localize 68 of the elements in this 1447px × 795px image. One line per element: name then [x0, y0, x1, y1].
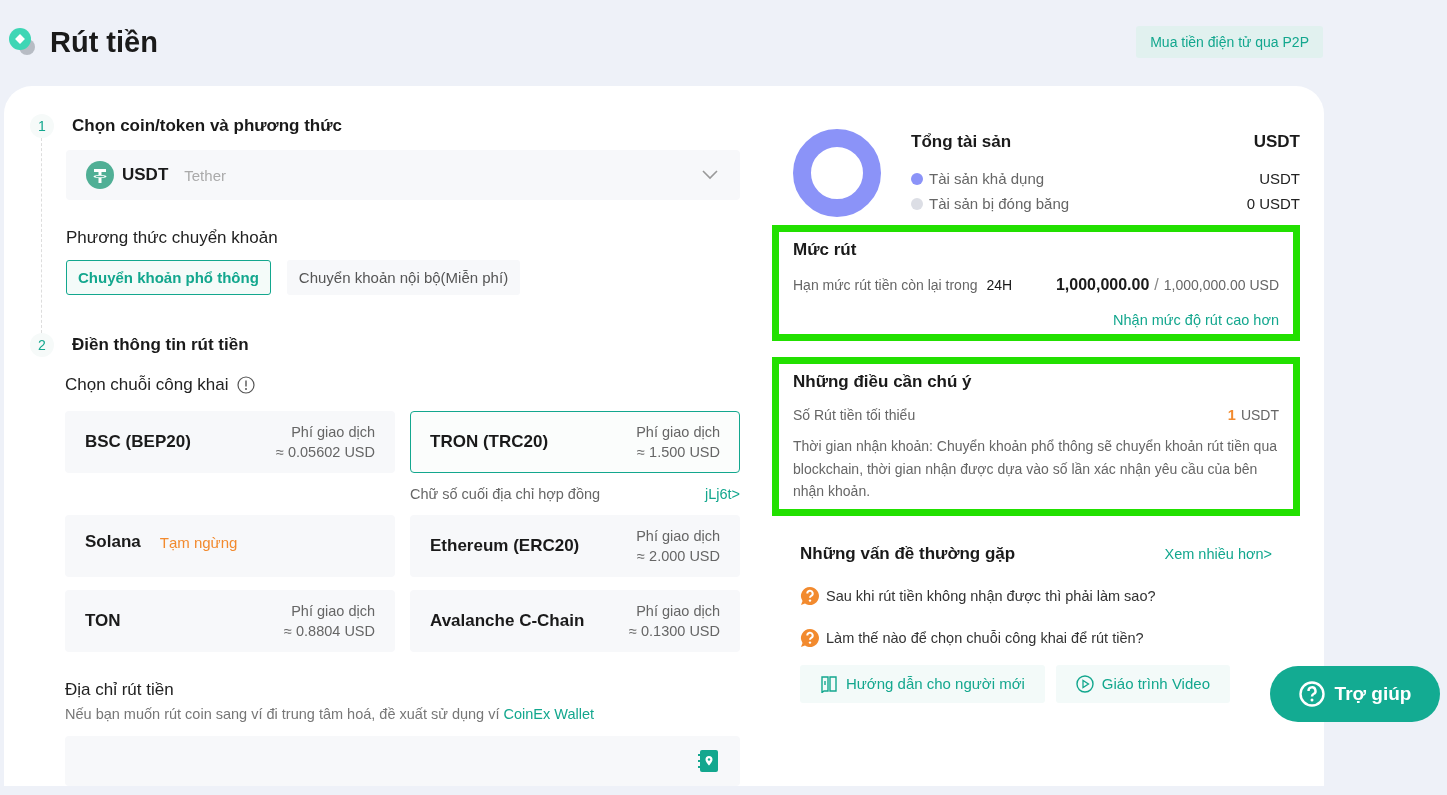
- fee-value: ≈ 0.1300 USD: [629, 622, 720, 641]
- note-text: Thời gian nhận khoản: Chuyển khoản phổ thông sẽ chuyển khoản rút tiền qua blockchain, thời gian nhận được dựa vào số lần xác nhận yêu cầu của bên nhận khoản.: [793, 437, 1278, 501]
- question-icon: [800, 585, 820, 606]
- chain-option[interactable]: BSC (BEP20) Phí giao dịch ≈ 0.05602 USD: [65, 411, 395, 473]
- field-label: Địa chỉ rút tiền: [65, 680, 175, 700]
- field-label: Phương thức chuyển khoản: [66, 228, 279, 248]
- address-field[interactable]: [65, 736, 740, 786]
- faq-question[interactable]: Làm thế nào để chọn chuỗi công khai để rút tiền?: [826, 629, 1144, 646]
- chain-option[interactable]: TRON (TRC20) Phí giao dịch ≈ 1.500 USD: [410, 411, 740, 473]
- info-icon: [236, 376, 255, 394]
- assets-unit: USDT: [1253, 132, 1300, 152]
- fee-label: Phí giao dịch: [636, 527, 720, 546]
- chain-name: Ethereum (ERC20): [430, 536, 580, 556]
- field-label: Chọn chuỗi công khai: [65, 375, 229, 395]
- chain-option[interactable]: Solana Tạm ngừng: [65, 515, 395, 577]
- section-title: Những điều cần chú ý: [793, 372, 973, 392]
- chain-name: Solana: [85, 532, 141, 552]
- step-title: Điền thông tin rút tiền: [72, 335, 249, 355]
- hint-text: Nếu bạn muốn rút coin sang ví đi trung tâm hoá, đề xuất sử dụng ví CoinEx Wallet: [65, 706, 596, 722]
- coin-symbol: USDT: [122, 165, 169, 185]
- fee-label: Phí giao dịch: [636, 423, 720, 442]
- asset-label: Tài sản bị đóng băng: [929, 195, 1070, 212]
- limit-label: Hạn mức rút tiền còn lại trong: [793, 277, 978, 293]
- chain-name: Avalanche C-Chain: [430, 611, 585, 631]
- fee-value: ≈ 0.8804 USD: [284, 622, 375, 641]
- chevron-down-icon: [702, 170, 718, 180]
- chain-option[interactable]: Avalanche C-Chain Phí giao dịch ≈ 0.1300 USD: [410, 590, 740, 652]
- min-unit: USDT: [1240, 407, 1279, 423]
- play-icon: [1075, 674, 1094, 693]
- step-number: 1: [30, 114, 54, 138]
- limit-remaining: 1,000,000.00: [1055, 276, 1150, 294]
- status-label: Tạm ngừng: [159, 533, 238, 551]
- faq-question[interactable]: Sau khi rút tiền không nhận được thì phải làm sao?: [826, 587, 1156, 604]
- coin-select[interactable]: USDT Tether: [66, 150, 740, 200]
- min-amount: 1: [1227, 407, 1236, 423]
- asset-value: 0 USDT: [1246, 195, 1300, 212]
- assets-title: Tổng tài sản: [911, 132, 1012, 152]
- transfer-method-tab[interactable]: Chuyển khoản nội bộ(Miễn phí): [286, 260, 521, 295]
- limit-total: 1,000,000.00 USD: [1163, 277, 1279, 293]
- chain-option[interactable]: Ethereum (ERC20) Phí giao dịch ≈ 2.000 USD: [410, 515, 740, 577]
- logo-icon: [8, 27, 38, 57]
- fee-value: ≈ 0.05602 USD: [275, 443, 375, 462]
- step-title: Chọn coin/token và phương thức: [72, 116, 342, 136]
- coin-icon: [86, 161, 114, 189]
- fee-value: ≈ 1.500 USD: [636, 443, 720, 462]
- fee-value: ≈ 2.000 USD: [636, 547, 720, 566]
- chain-option[interactable]: TON Phí giao dịch ≈ 0.8804 USD: [65, 590, 395, 652]
- step-number: 2: [30, 333, 54, 357]
- asset-value: USDT: [1259, 170, 1300, 187]
- contract-hint: Chữ số cuối địa chỉ hợp đồng: [410, 486, 601, 502]
- min-label: Số Rút tiền tối thiểu: [793, 407, 916, 423]
- fee-label: Phí giao dịch: [290, 423, 375, 442]
- address-book-icon: [698, 750, 718, 772]
- chain-name: TON: [85, 611, 121, 631]
- question-icon: [800, 627, 820, 648]
- separator: /: [1154, 276, 1159, 294]
- fee-label: Phí giao dịch: [635, 602, 720, 621]
- coin-name: Tether: [184, 166, 226, 184]
- help-icon: [1298, 681, 1325, 707]
- section-title: Mức rút: [793, 240, 858, 260]
- limit-period: 24H: [986, 277, 1013, 293]
- fee-label: Phí giao dịch: [290, 602, 375, 621]
- chain-name: BSC (BEP20): [85, 432, 191, 452]
- section-title: Những vấn đề thường gặp: [800, 543, 1016, 564]
- page-title: Rút tiền: [50, 25, 158, 59]
- asset-label: Tài sản khả dụng: [929, 170, 1045, 187]
- chain-name: TRON (TRC20): [430, 432, 549, 452]
- book-icon: [820, 674, 838, 693]
